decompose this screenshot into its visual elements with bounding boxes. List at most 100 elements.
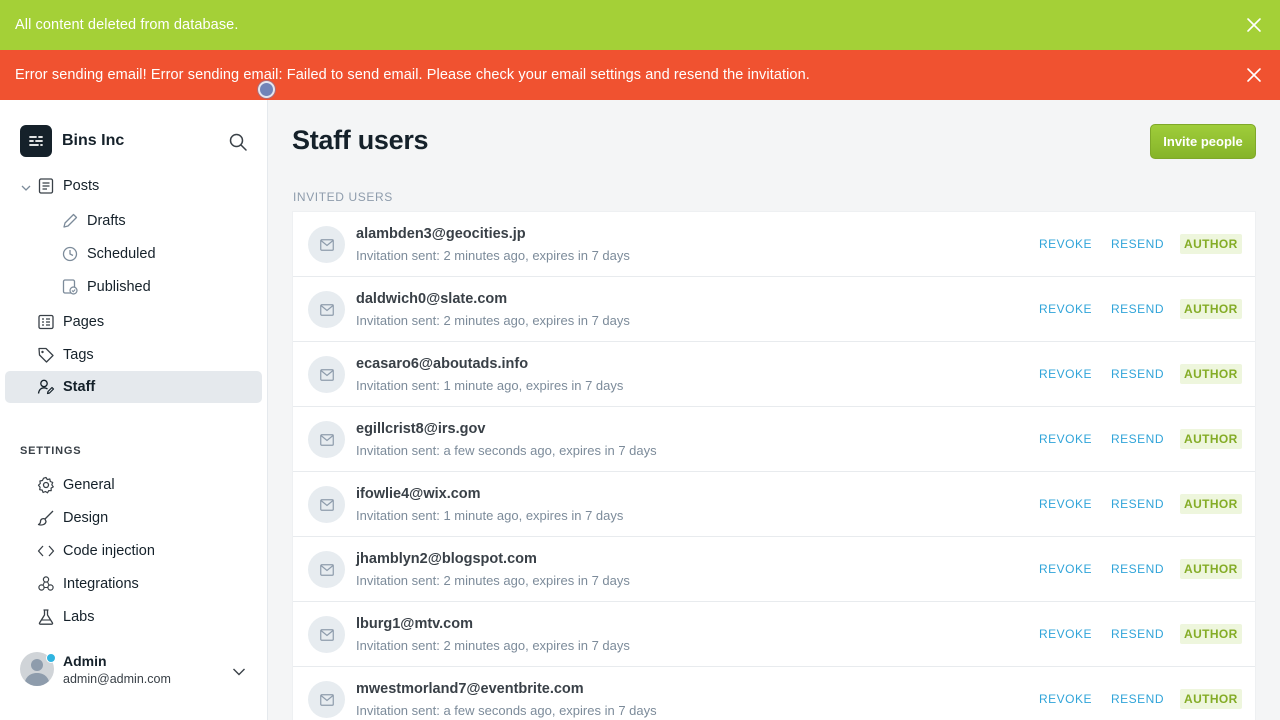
success-notification: All content deleted from database. — [0, 0, 1280, 50]
resend-button[interactable]: RESEND — [1111, 692, 1164, 706]
invitation-meta: Invitation sent: 2 minutes ago, expires … — [356, 573, 630, 588]
sidebar-item-label: Posts — [63, 178, 100, 194]
invitation-meta: Invitation sent: 2 minutes ago, expires … — [356, 313, 630, 328]
list-item: ecasaro6@aboutads.info Invitation sent: … — [293, 342, 1255, 407]
invitation-meta: Invitation sent: 1 minute ago, expires i… — [356, 508, 624, 523]
sidebar-item-tags[interactable]: Tags — [37, 346, 94, 364]
resend-button[interactable]: RESEND — [1111, 562, 1164, 576]
mouse-cursor-indicator — [258, 81, 275, 98]
list-item: alambden3@geocities.jp Invitation sent: … — [293, 212, 1255, 277]
chevron-down-icon[interactable] — [20, 181, 32, 193]
resend-button[interactable]: RESEND — [1111, 432, 1164, 446]
published-icon — [61, 278, 79, 296]
invited-users-list: alambden3@geocities.jp Invitation sent: … — [292, 211, 1256, 720]
account-name: Admin — [63, 652, 107, 669]
revoke-button[interactable]: REVOKE — [1039, 497, 1092, 511]
sidebar-item-posts[interactable]: Posts — [37, 177, 99, 195]
revoke-button[interactable]: REVOKE — [1039, 562, 1092, 576]
user-email: daldwich0@slate.com — [356, 291, 508, 307]
sidebar-item-pages[interactable]: Pages — [37, 313, 104, 331]
account-email: admin@admin.com — [63, 671, 171, 686]
chevron-down-icon[interactable] — [232, 664, 246, 676]
resend-button[interactable]: RESEND — [1111, 367, 1164, 381]
invitation-meta: Invitation sent: 2 minutes ago, expires … — [356, 638, 630, 653]
revoke-button[interactable]: REVOKE — [1039, 302, 1092, 316]
invitation-meta: Invitation sent: 2 minutes ago, expires … — [356, 248, 630, 263]
resend-button[interactable]: RESEND — [1111, 302, 1164, 316]
sidebar-item-drafts[interactable]: Drafts — [61, 212, 126, 230]
sidebar-item-label: Tags — [63, 347, 94, 363]
role-badge: AUTHOR — [1180, 689, 1242, 709]
role-badge: AUTHOR — [1180, 494, 1242, 514]
mail-icon — [308, 551, 345, 588]
mail-icon — [308, 616, 345, 653]
revoke-button[interactable]: REVOKE — [1039, 692, 1092, 706]
main-content: Staff users Invite people INVITED USERS … — [268, 100, 1280, 720]
list-item: mwestmorland7@eventbrite.com Invitation … — [293, 667, 1255, 720]
sidebar-item-code-injection[interactable]: Code injection — [37, 542, 155, 560]
sidebar-item-general[interactable]: General — [37, 476, 115, 494]
clock-icon — [61, 245, 79, 263]
account-menu[interactable]: Admin admin@admin.com — [20, 652, 250, 686]
revoke-button[interactable]: REVOKE — [1039, 432, 1092, 446]
invitation-meta: Invitation sent: a few seconds ago, expi… — [356, 443, 657, 458]
sidebar-item-label: Labs — [63, 609, 95, 625]
staff-icon — [37, 378, 55, 396]
invitation-meta: Invitation sent: 1 minute ago, expires i… — [356, 378, 624, 393]
invitation-meta: Invitation sent: a few seconds ago, expi… — [356, 703, 657, 718]
user-email: egillcrist8@irs.gov — [356, 421, 486, 437]
page-title: Staff users — [292, 125, 429, 155]
gear-icon — [37, 476, 55, 494]
list-item: egillcrist8@irs.gov Invitation sent: a f… — [293, 407, 1255, 472]
role-badge: AUTHOR — [1180, 429, 1242, 449]
invite-people-button[interactable]: Invite people — [1150, 124, 1256, 159]
list-item: lburg1@mtv.com Invitation sent: 2 minute… — [293, 602, 1255, 667]
revoke-button[interactable]: REVOKE — [1039, 627, 1092, 641]
role-badge: AUTHOR — [1180, 234, 1242, 254]
settings-section-label: SETTINGS — [20, 445, 82, 457]
success-notification-text: All content deleted from database. — [15, 17, 239, 33]
resend-button[interactable]: RESEND — [1111, 497, 1164, 511]
revoke-button[interactable]: REVOKE — [1039, 367, 1092, 381]
user-email: alambden3@geocities.jp — [356, 226, 526, 242]
mail-icon — [308, 421, 345, 458]
tag-icon — [37, 346, 55, 364]
sidebar-item-label: Staff — [63, 379, 96, 395]
mail-icon — [308, 486, 345, 523]
flask-icon — [37, 608, 55, 626]
user-email: ifowlie4@wix.com — [356, 486, 481, 502]
sidebar-item-label: Pages — [63, 314, 105, 330]
brand-name: Bins Inc — [62, 132, 125, 149]
brand-logo-icon — [20, 125, 52, 157]
user-email: mwestmorland7@eventbrite.com — [356, 681, 584, 697]
sidebar-item-scheduled[interactable]: Scheduled — [61, 245, 156, 263]
user-email: lburg1@mtv.com — [356, 616, 473, 632]
search-icon[interactable] — [228, 132, 248, 152]
mail-icon — [308, 681, 345, 718]
sidebar-item-labs[interactable]: Labs — [37, 608, 94, 626]
role-badge: AUTHOR — [1180, 559, 1242, 579]
resend-button[interactable]: RESEND — [1111, 237, 1164, 251]
sidebar-item-label: Integrations — [63, 576, 139, 592]
sidebar-item-integrations[interactable]: Integrations — [37, 575, 139, 593]
pages-icon — [37, 313, 55, 331]
error-notification: Error sending email! Error sending email… — [0, 50, 1280, 100]
mail-icon — [308, 226, 345, 263]
list-item: ifowlie4@wix.com Invitation sent: 1 minu… — [293, 472, 1255, 537]
sidebar-item-label: Scheduled — [87, 246, 156, 262]
list-item: jhamblyn2@blogspot.com Invitation sent: … — [293, 537, 1255, 602]
revoke-button[interactable]: REVOKE — [1039, 237, 1092, 251]
sidebar-item-staff[interactable]: Staff — [5, 371, 262, 403]
sidebar-item-published[interactable]: Published — [61, 278, 151, 296]
close-icon[interactable] — [1246, 17, 1262, 33]
brush-icon — [37, 509, 55, 527]
role-badge: AUTHOR — [1180, 624, 1242, 644]
brand[interactable]: Bins Inc — [20, 125, 124, 157]
resend-button[interactable]: RESEND — [1111, 627, 1164, 641]
sidebar-item-label: Drafts — [87, 213, 126, 229]
close-icon[interactable] — [1246, 67, 1262, 83]
sidebar-item-design[interactable]: Design — [37, 509, 108, 527]
role-badge: AUTHOR — [1180, 364, 1242, 384]
role-badge: AUTHOR — [1180, 299, 1242, 319]
sidebar: Bins Inc Posts Drafts Scheduled Publishe… — [0, 100, 268, 720]
